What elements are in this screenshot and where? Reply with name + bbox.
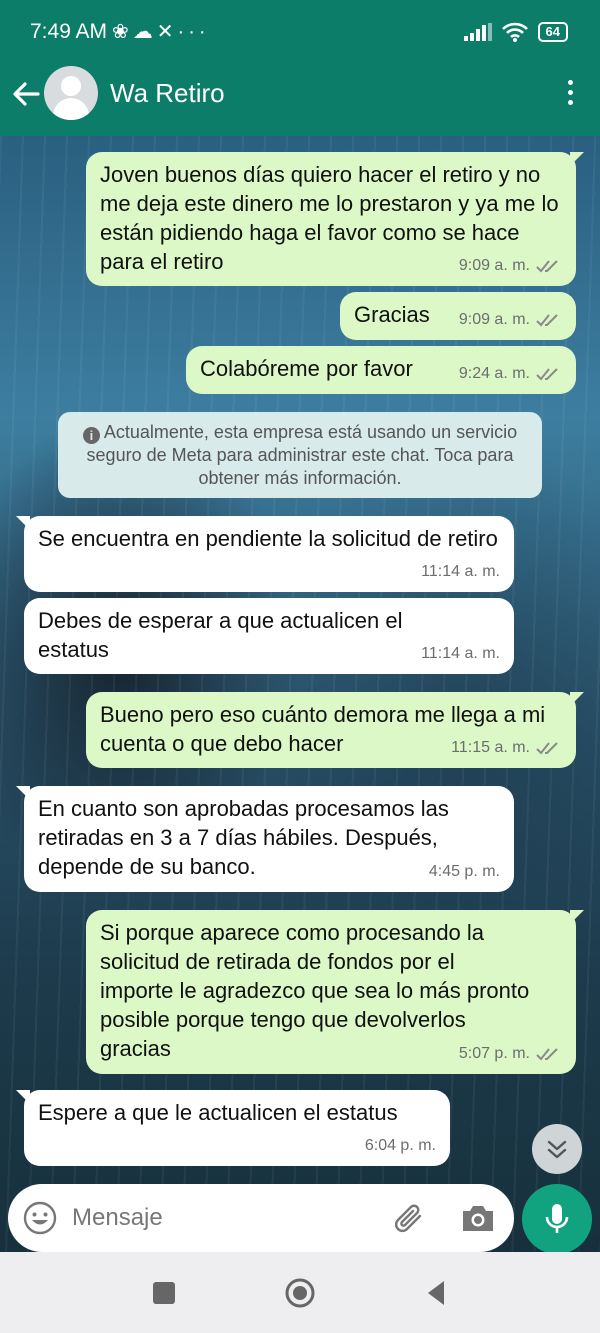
double-check-icon — [536, 1047, 558, 1060]
double-chevron-down-icon — [547, 1140, 567, 1159]
back-nav-icon[interactable] — [420, 1276, 454, 1310]
info-icon: i — [82, 427, 100, 444]
message-meta: 11:15 a. m. — [451, 733, 562, 762]
microphone-icon — [545, 1204, 569, 1233]
double-check-icon — [536, 741, 558, 754]
message-time: 9:09 a. m. — [458, 257, 530, 274]
battery-indicator: 64 — [537, 22, 568, 42]
home-icon[interactable] — [283, 1276, 317, 1310]
back-arrow-icon[interactable] — [10, 78, 42, 110]
more-options-icon[interactable] — [568, 80, 576, 108]
message-outgoing[interactable]: Gracias 9:09 a. m. — [340, 292, 576, 340]
emoji-icon[interactable] — [22, 1200, 58, 1236]
system-nav-bar — [0, 1252, 600, 1333]
message-text: Debes de esperar a que actualicen el est… — [38, 608, 403, 662]
double-check-icon — [536, 313, 558, 326]
message-text: Espere a que le actualicen el estatus — [38, 1100, 398, 1125]
chat-area[interactable]: Joven buenos días quiero hacer el retiro… — [0, 136, 600, 1252]
message-text: Gracias — [354, 302, 430, 327]
message-meta: 9:09 a. m. — [459, 305, 562, 334]
message-outgoing[interactable]: Joven buenos días quiero hacer el retiro… — [86, 152, 584, 286]
message-meta: 6:04 p. m. — [365, 1131, 436, 1160]
chat-header: Wa Retiro — [0, 66, 600, 130]
message-time: 11:15 a. m. — [451, 739, 530, 756]
message-time: 9:24 a. m. — [458, 365, 530, 382]
meta-service-notice[interactable]: i Actualmente, esta empresa está usando u… — [58, 412, 542, 498]
more-dots-icon: ··· — [177, 21, 210, 43]
message-outgoing[interactable]: Si porque aparece como procesando la sol… — [86, 910, 584, 1074]
double-check-icon — [536, 367, 558, 380]
message-composer — [8, 1184, 514, 1252]
status-icons: ❀☁✕··· — [112, 19, 210, 44]
message-time: 5:07 p. m. — [458, 1045, 530, 1062]
message-meta: 11:14 a. m. — [421, 639, 500, 668]
message-incoming[interactable]: En cuanto son aprobadas procesamos las r… — [16, 786, 514, 892]
double-check-icon — [536, 259, 558, 272]
message-text: Colabóreme por favor — [200, 356, 413, 381]
camera-icon[interactable] — [460, 1202, 496, 1234]
message-outgoing[interactable]: Bueno pero eso cuánto demora me llega a … — [86, 692, 584, 768]
voice-message-button[interactable] — [522, 1184, 592, 1254]
message-text: Se encuentra en pendiente la solicitud d… — [38, 526, 498, 551]
message-time: 11:14 a. m. — [421, 645, 500, 662]
message-input[interactable] — [72, 1198, 372, 1238]
signal-icon — [463, 23, 492, 41]
message-meta: 11:14 a. m. — [421, 557, 500, 586]
message-incoming[interactable]: Espere a que le actualicen el estatus 6:… — [16, 1090, 450, 1166]
avatar[interactable] — [44, 66, 98, 120]
message-time: 6:04 p. m. — [364, 1137, 436, 1154]
message-meta: 4:45 p. m. — [429, 857, 500, 886]
fan-icon: ❀ — [112, 21, 133, 43]
notice-text: Actualmente, esta empresa está usando un… — [86, 422, 518, 488]
recent-apps-icon[interactable] — [147, 1276, 181, 1310]
message-outgoing[interactable]: Colabóreme por favor 9:24 a. m. — [186, 346, 576, 394]
message-time: 4:45 p. m. — [428, 863, 500, 880]
message-time: 11:14 a. m. — [421, 563, 500, 580]
wifi-icon — [501, 22, 528, 42]
status-right: 64 — [463, 22, 568, 42]
top-bar: 7:49 AM ❀☁✕··· 64 Wa Retiro — [0, 0, 600, 136]
cloud-icon: ☁ — [132, 21, 157, 43]
message-incoming[interactable]: Debes de esperar a que actualicen el est… — [24, 598, 514, 674]
message-meta: 9:24 a. m. — [459, 359, 562, 388]
x-icon: ✕ — [156, 21, 178, 43]
attach-paperclip-icon[interactable] — [392, 1202, 428, 1236]
scroll-down-button[interactable] — [532, 1124, 582, 1174]
message-meta: 5:07 p. m. — [459, 1039, 562, 1068]
contact-name[interactable]: Wa Retiro — [110, 78, 225, 109]
status-time: 7:49 AM — [30, 20, 108, 43]
message-time: 9:09 a. m. — [458, 311, 530, 328]
message-meta: 9:09 a. m. — [459, 251, 562, 280]
message-incoming[interactable]: Se encuentra en pendiente la solicitud d… — [16, 516, 514, 592]
status-bar: 7:49 AM ❀☁✕··· 64 — [0, 0, 600, 66]
